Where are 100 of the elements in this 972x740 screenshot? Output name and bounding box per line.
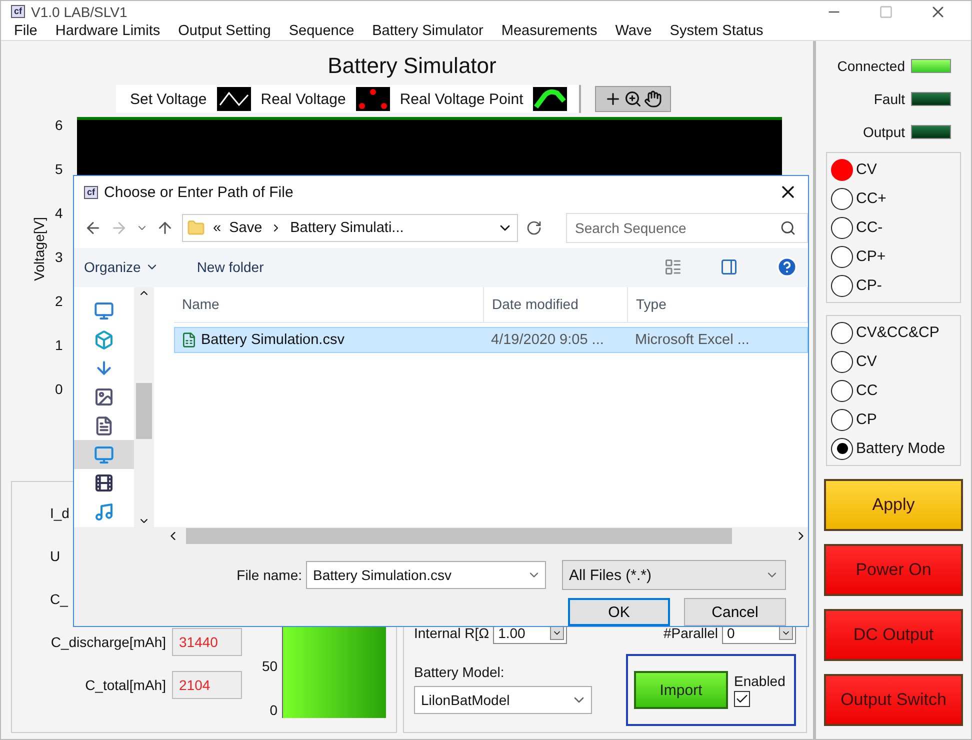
radio-button[interactable] — [831, 158, 853, 180]
app-icon: cf — [84, 186, 98, 199]
radio-label: CV — [856, 161, 877, 178]
radio-label: CV — [856, 353, 877, 370]
import-button[interactable]: Import — [634, 671, 728, 709]
radio-button[interactable] — [831, 438, 853, 460]
breadcrumb-item[interactable]: Save — [229, 220, 262, 236]
status-label: Fault — [874, 90, 905, 106]
menu-item[interactable]: Hardware Limits — [46, 23, 170, 40]
column-header[interactable]: Date modified — [484, 286, 628, 322]
y-axis-label: Voltage[V] — [31, 217, 47, 281]
radio-label: CC — [856, 382, 878, 399]
action-button[interactable]: Output Switch — [824, 674, 963, 726]
readout-label: C_total[mAh] — [85, 677, 166, 693]
radio-button[interactable] — [831, 408, 853, 430]
meter-tick-label: 0 — [268, 702, 278, 718]
window-title: V1.0 LAB/SLV1 — [31, 4, 128, 20]
radio-label: CP+ — [856, 248, 886, 265]
breadcrumb-overflow[interactable]: « — [213, 220, 222, 236]
app-icon: cf — [11, 5, 26, 18]
radio-label: CP — [856, 411, 877, 428]
file-name: Battery Simulation.csv — [201, 332, 344, 348]
zoom-icon[interactable] — [624, 90, 642, 108]
menu-item[interactable]: Battery Simulator — [363, 23, 492, 40]
battery-model-label: Battery Model: — [414, 664, 506, 680]
radio-button[interactable] — [831, 380, 853, 402]
dialog-title: Choose or Enter Path of File — [104, 184, 294, 201]
file-date: 4/19/2020 9:05 ... — [491, 332, 604, 348]
action-button[interactable]: Apply — [824, 479, 963, 531]
view-options-icon[interactable] — [664, 258, 682, 276]
menu-item[interactable]: File — [5, 23, 46, 40]
file-type: Microsoft Excel ... — [635, 332, 750, 348]
scroll-thumb[interactable] — [186, 528, 732, 544]
readout-label: U — [50, 548, 60, 564]
status-label: Connected — [837, 58, 905, 74]
file-name-label: File name: — [236, 567, 302, 584]
menu-item[interactable]: Output Setting — [169, 23, 280, 40]
radio-label: CC+ — [856, 190, 886, 207]
legend-label: Real Voltage — [260, 90, 346, 108]
computer-icon — [94, 300, 114, 321]
help-icon[interactable] — [776, 256, 798, 278]
y-tick-label: 5 — [55, 161, 63, 177]
legend-label: Real Voltage Point — [400, 90, 524, 108]
status-label: Output — [862, 124, 905, 140]
radio-label: CC- — [856, 219, 883, 236]
menu-item[interactable]: System Status — [660, 23, 772, 40]
y-tick-label: 2 — [55, 293, 63, 309]
organize-button[interactable]: Organize — [84, 259, 159, 276]
radio-button[interactable] — [831, 216, 853, 238]
radio-button[interactable] — [831, 350, 853, 372]
folder-icon — [187, 219, 205, 238]
readout-label: C_discharge[mAh] — [50, 634, 166, 650]
action-button[interactable]: DC Output — [824, 609, 963, 661]
readout-label: C_ — [50, 591, 68, 607]
spin-icon[interactable] — [779, 626, 793, 640]
y-tick-label: 4 — [55, 205, 63, 221]
address-bar[interactable]: « Save Battery Simulati... — [182, 214, 518, 242]
radio-label: Battery Mode — [856, 440, 946, 457]
legend-label: Set Voltage — [130, 90, 207, 108]
desktop-icon — [94, 444, 114, 465]
readout-value: 31440 — [172, 628, 242, 656]
radio-button[interactable] — [831, 188, 853, 210]
file-row[interactable]: Battery Simulation.csv 4/19/2020 9:05 ... Microsoft Excel ... — [174, 326, 808, 353]
file-type-dropdown[interactable]: All Files (*.*) — [562, 560, 786, 590]
breadcrumb-item[interactable]: Battery Simulati... — [290, 220, 404, 236]
preview-pane-icon[interactable] — [720, 258, 738, 276]
radio-button[interactable] — [831, 246, 853, 268]
refresh-icon[interactable] — [526, 220, 542, 236]
column-header[interactable]: Type — [628, 286, 808, 322]
pan-hand-icon[interactable] — [644, 90, 662, 108]
points-swatch-icon — [356, 87, 390, 111]
toolbar-button[interactable]: New folder — [196, 259, 264, 276]
dialog-button[interactable]: OK — [568, 598, 670, 626]
y-tick-label: 6 — [55, 117, 63, 133]
search-field[interactable]: Search Sequence — [566, 213, 808, 244]
radio-button[interactable] — [831, 274, 853, 296]
column-header[interactable]: Name — [174, 286, 484, 322]
dialog-button[interactable]: Cancel — [684, 598, 786, 626]
radio-label: CP- — [856, 277, 882, 294]
battery-model-dropdown[interactable]: LilonBatModel — [414, 686, 592, 714]
readout-value: 2104 — [172, 671, 242, 699]
action-button[interactable]: Power On — [824, 544, 963, 596]
menu-item[interactable]: Sequence — [280, 23, 364, 40]
music-note-icon — [94, 502, 114, 522]
y-tick-label: 3 — [55, 249, 63, 265]
spin-icon[interactable] — [550, 626, 564, 640]
film-icon — [94, 473, 114, 494]
y-tick-label: 1 — [55, 337, 63, 353]
enabled-checkbox[interactable] — [734, 691, 750, 707]
readout-label: I_d — [50, 505, 70, 521]
curve-swatch-icon — [533, 87, 568, 111]
spreadsheet-icon — [181, 332, 197, 348]
menu-item[interactable]: Measurements — [492, 23, 606, 40]
horizontal-scrollbar[interactable] — [74, 526, 808, 546]
nav-scrollbar[interactable] — [134, 286, 154, 527]
menu-item[interactable]: Wave — [606, 23, 661, 40]
radio-button[interactable] — [831, 322, 853, 344]
y-tick-label: 0 — [55, 381, 63, 397]
scroll-thumb[interactable] — [136, 382, 152, 439]
file-name-field[interactable]: Battery Simulation.csv — [306, 561, 546, 590]
